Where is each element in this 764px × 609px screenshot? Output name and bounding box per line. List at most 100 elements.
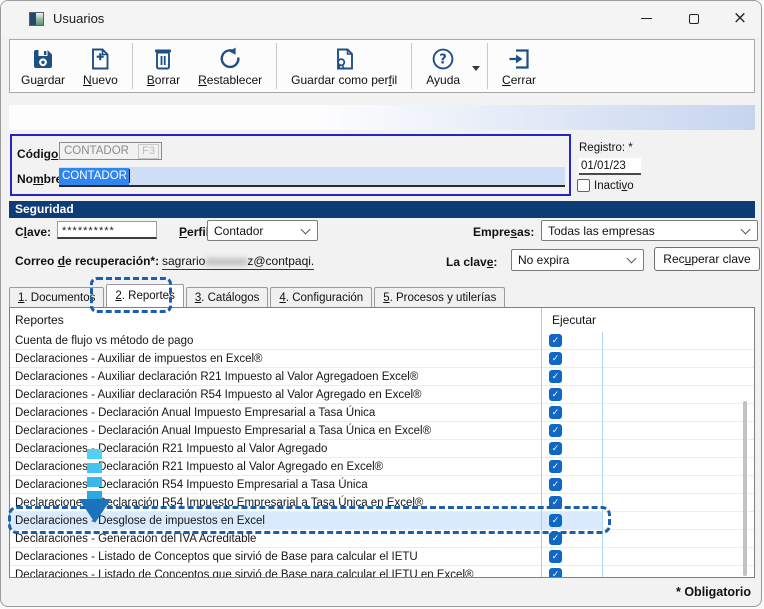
table-row[interactable]: Declaraciones - Declaración R54 Impuesto… (10, 494, 754, 512)
tab-bar: 1. Documentos 2. Reportes 3. Catálogos 4… (9, 284, 507, 307)
table-row[interactable]: Declaraciones - Auxiliar declaración R21… (10, 368, 754, 386)
restablecer-button[interactable]: Restablecer (189, 42, 271, 90)
la-clave-label: La clave: (446, 255, 497, 269)
tab-procesos-y-utilerias[interactable]: 5. Procesos y utilerías (374, 287, 505, 307)
report-name: Declaraciones - Listado de Conceptos que… (15, 551, 418, 563)
maximize-icon (689, 14, 699, 24)
empresas-select[interactable]: Todas las empresas (541, 220, 758, 241)
text-cursor (129, 169, 130, 183)
dropdown-caret-icon[interactable] (472, 66, 480, 71)
guardar-como-perfil-button[interactable]: Guardar como perfil (282, 42, 406, 90)
report-name: Declaraciones - Auxiliar declaración R54… (15, 389, 422, 401)
codigo-input[interactable]: CONTADOR F3 (59, 142, 162, 160)
cerrar-button[interactable]: Cerrar (493, 42, 545, 90)
correo-recuperacion-label: Correo de recuperación*: (15, 254, 159, 268)
ejecutar-checkbox[interactable] (549, 460, 562, 473)
report-name: Declaraciones - Auxiliar declaración R21… (15, 371, 418, 383)
close-icon: × (733, 10, 747, 27)
window-title: Usuarios (53, 11, 104, 26)
reset-icon (217, 46, 243, 72)
table-row[interactable]: Declaraciones - Declaración Anual Impues… (10, 422, 754, 440)
table-row[interactable]: Declaraciones - Declaración Anual Impues… (10, 404, 754, 422)
ejecutar-checkbox[interactable] (549, 478, 562, 491)
seguridad-section-header: Seguridad (9, 201, 755, 218)
correo-recuperacion-value[interactable]: sagrarioxxxxxxxz@contpaqi. (162, 254, 314, 270)
clave-label: Clave: (15, 225, 51, 239)
table-row[interactable]: Declaraciones - Auxiliar de impuestos en… (10, 350, 754, 368)
nuevo-button[interactable]: Nuevo (74, 42, 127, 90)
tab-reportes[interactable]: 2. Reportes (106, 284, 183, 307)
minimize-button[interactable] (629, 1, 663, 36)
nombre-input[interactable]: CONTADOR (59, 167, 565, 187)
required-note: * Obligatorio (676, 585, 751, 599)
ejecutar-checkbox[interactable] (549, 550, 562, 563)
redacted-text: xxxxxxx (205, 254, 247, 268)
table-row[interactable]: Declaraciones - Desglose de impuestos en… (10, 512, 754, 530)
titlebar: Usuarios × (1, 1, 761, 37)
ejecutar-checkbox[interactable] (549, 568, 562, 578)
usuarios-window: Usuarios × Guardar Nuevo (0, 0, 762, 607)
maximize-button[interactable] (677, 1, 711, 36)
table-row[interactable]: Declaraciones - Declaración R54 Impuesto… (10, 476, 754, 494)
column-header-reportes[interactable]: Reportes (15, 313, 64, 327)
ejecutar-checkbox[interactable] (549, 496, 562, 509)
help-icon: ? (430, 46, 456, 72)
ejecutar-checkbox[interactable] (549, 514, 562, 527)
table-row[interactable]: Declaraciones - Listado de Conceptos que… (10, 566, 754, 578)
table-row[interactable]: Declaraciones - Declaración R21 Impuesto… (10, 440, 754, 458)
new-document-icon (87, 46, 113, 72)
svg-text:?: ? (439, 53, 447, 68)
chevron-down-icon (741, 225, 751, 235)
report-name: Declaraciones - Declaración R21 Impuesto… (15, 443, 327, 455)
minimize-icon (641, 18, 652, 19)
registro-input[interactable]: 01/01/23 (579, 158, 641, 175)
toolbar-separator (487, 43, 488, 89)
perfil-select[interactable]: Contador (207, 220, 318, 241)
column-header-ejecutar[interactable]: Ejecutar (552, 313, 596, 327)
ejecutar-checkbox[interactable] (549, 352, 562, 365)
la-clave-select[interactable]: No expira (511, 249, 644, 271)
inactivo-checkbox-row: Inactivo (577, 179, 634, 192)
column-divider (541, 308, 542, 577)
report-name: Cuenta de flujo vs método de pago (15, 335, 193, 347)
table-row[interactable]: Cuenta de flujo vs método de pago (10, 332, 754, 350)
tab-documentos[interactable]: 1. Documentos (9, 287, 104, 307)
clave-input[interactable]: ********** (57, 221, 157, 239)
report-name: Declaraciones - Declaración R21 Impuesto… (15, 461, 383, 473)
report-name: Declaraciones - Generación del IVA Acred… (15, 533, 256, 545)
tab-catalogos[interactable]: 3. Catálogos (186, 287, 269, 307)
reports-table: Reportes Ejecutar Cuenta de flujo vs mét… (9, 307, 755, 578)
close-button[interactable]: × (723, 1, 757, 36)
nombre-selected-text: CONTADOR (59, 168, 129, 185)
app-icon (29, 12, 44, 26)
ejecutar-checkbox[interactable] (549, 406, 562, 419)
ayuda-button[interactable]: ? Ayuda (417, 42, 482, 90)
ejecutar-checkbox[interactable] (549, 424, 562, 437)
ejecutar-checkbox[interactable] (549, 388, 562, 401)
inactivo-checkbox[interactable] (577, 179, 590, 192)
trash-icon (150, 46, 176, 72)
scrollbar-thumb[interactable] (743, 401, 747, 576)
empresas-label: Empresas: (473, 225, 534, 239)
chevron-down-icon (627, 254, 637, 264)
ejecutar-checkbox[interactable] (549, 442, 562, 455)
ejecutar-checkbox[interactable] (549, 532, 562, 545)
ejecutar-checkbox[interactable] (549, 370, 562, 383)
table-row[interactable]: Declaraciones - Declaración R21 Impuesto… (10, 458, 754, 476)
report-name: Declaraciones - Desglose de impuestos en… (15, 515, 265, 527)
recuperar-clave-button[interactable]: Recuperar clave (654, 247, 760, 271)
table-row[interactable]: Declaraciones - Listado de Conceptos que… (10, 548, 754, 566)
table-row[interactable]: Declaraciones - Generación del IVA Acred… (10, 530, 754, 548)
inactivo-label: Inactivo (594, 180, 634, 192)
report-name: Declaraciones - Declaración Anual Impues… (15, 407, 375, 419)
tab-configuracion[interactable]: 4. Configuración (270, 287, 372, 307)
guardar-button[interactable]: Guardar (12, 42, 74, 90)
toolbar-separator (276, 43, 277, 89)
registro-label: Registro: * (579, 142, 633, 154)
header-gradient-strip (9, 105, 755, 130)
ejecutar-checkbox[interactable] (549, 334, 562, 347)
save-as-profile-icon (331, 46, 357, 72)
table-row[interactable]: Declaraciones - Auxiliar declaración R54… (10, 386, 754, 404)
save-icon (30, 46, 56, 72)
borrar-button[interactable]: Borrar (138, 42, 189, 90)
